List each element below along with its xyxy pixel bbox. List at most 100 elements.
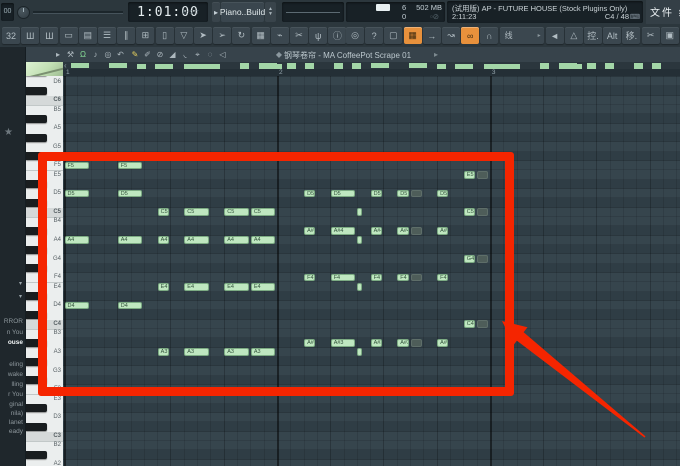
select-icon[interactable]: ⌖ <box>192 48 204 61</box>
grid-row[interactable] <box>63 412 680 423</box>
grid-row[interactable] <box>63 142 680 152</box>
piano-key-black[interactable] <box>26 423 47 431</box>
delete-icon[interactable]: ⊘ <box>154 48 166 61</box>
grid-row[interactable] <box>63 95 680 106</box>
step-jump-icon[interactable]: → <box>422 27 441 44</box>
grid-line <box>636 76 638 466</box>
grid-row[interactable] <box>63 403 680 414</box>
typing-piano-icon[interactable]: 32 <box>2 27 20 44</box>
draw-pencil-icon[interactable]: ✎ <box>129 48 141 61</box>
pattern-length-icon[interactable]: Ш <box>21 27 40 44</box>
grid-row[interactable] <box>63 431 680 442</box>
menu-file-item[interactable]: 文件 编辑 <box>650 4 680 19</box>
stamp-note-icon[interactable]: ♪ <box>90 48 102 61</box>
plugin-icon[interactable]: ⌁ <box>270 27 289 44</box>
line-mode-dropdown[interactable]: 线 ▸ <box>499 27 544 44</box>
plugin-window-icon[interactable]: ▢ <box>384 27 403 44</box>
collapse-triangle-icon[interactable]: ▾ <box>19 293 22 300</box>
copy-icon[interactable]: ▣ <box>660 27 679 44</box>
title-arrow-icon[interactable]: ▸ <box>434 50 438 59</box>
mute-icon[interactable]: ◢ <box>167 48 179 61</box>
pattern-clone-icon[interactable]: Ш <box>40 27 59 44</box>
zoom-icon[interactable]: ◌ <box>204 48 216 61</box>
move-button[interactable]: 移. <box>622 27 641 44</box>
time-display[interactable]: 1:01:00 B:S:T <box>128 2 208 22</box>
preview-note-dash <box>371 66 389 69</box>
main-pitch-slider[interactable] <box>33 11 123 14</box>
playlist-track-name: nila) <box>10 410 23 417</box>
save-icon[interactable]: ▦ <box>251 27 270 44</box>
grid-row[interactable] <box>63 105 680 115</box>
piano-key-label: A2 <box>53 461 61 466</box>
grid-row[interactable] <box>63 114 680 124</box>
piano-key-black[interactable] <box>26 115 47 124</box>
snap-magnet-icon[interactable]: Ω <box>77 48 89 61</box>
pattern-mini-preview[interactable]: ‹ <box>63 62 680 69</box>
piano-key-label: B5 <box>53 106 61 113</box>
wrench-icon[interactable]: ⚒ <box>65 48 77 61</box>
touch-controller-icon[interactable]: ▭ <box>59 27 78 44</box>
menu-bar[interactable]: 文件 编辑 <box>646 0 680 24</box>
piano-roll-title[interactable]: 钢琴卷帘 - MA CoffeePot Scrape 01 <box>284 50 411 61</box>
scissors-icon[interactable]: ✂ <box>641 27 660 44</box>
alt-button[interactable]: Alt <box>603 27 622 44</box>
piano-key-black[interactable] <box>26 87 47 96</box>
piano-key-black[interactable] <box>26 451 47 459</box>
help-icon[interactable]: ? <box>365 27 384 44</box>
mixer-icon[interactable]: ∥ <box>117 27 136 44</box>
cut-tool-icon[interactable]: ✂ <box>290 27 308 44</box>
grid-row[interactable] <box>63 459 680 466</box>
undo-icon[interactable]: ↶ <box>115 48 127 61</box>
channel-rack-icon[interactable]: ⊞ <box>136 27 155 44</box>
piano-roll-icon[interactable]: ▦ <box>403 27 422 44</box>
grid-row[interactable] <box>63 133 680 143</box>
time-unit-label: B:S:T <box>182 10 200 16</box>
main-volume-knob[interactable] <box>17 6 30 19</box>
grid-row[interactable] <box>63 77 680 87</box>
piano-key-black[interactable] <box>26 404 47 413</box>
filter-icon[interactable]: ▽ <box>174 27 193 44</box>
playback-icon[interactable]: ◁ <box>217 48 229 61</box>
edit-steps-icon[interactable]: ▤ <box>78 27 97 44</box>
hand-tool-icon[interactable]: ➤ <box>194 27 212 44</box>
pattern-spinner[interactable]: ▲ ▼ <box>265 2 276 22</box>
control-button[interactable]: 控. <box>584 27 602 44</box>
slide-note-icon[interactable]: ↝ <box>442 27 460 44</box>
link-icon[interactable]: ∞ <box>461 27 480 44</box>
piano-roll-toolbar: ◆ 钢琴卷帘 - MA CoffeePot Scrape 01 ▸ ▸ ⚒ Ω ♪ ◎ ↶… <box>26 47 680 63</box>
preview-scroll-arrow-icon[interactable]: ‹ <box>64 62 67 69</box>
playlist-track-name: eady <box>8 428 23 435</box>
favorite-star-icon[interactable]: ★ <box>4 127 13 138</box>
step-editor-icon[interactable]: ☰ <box>98 27 116 44</box>
grid-row[interactable] <box>63 86 680 97</box>
ruler-bar-number: 2 <box>278 69 283 76</box>
speaker-icon[interactable]: ◄ <box>545 27 564 44</box>
info-icon[interactable]: ⓘ <box>328 27 347 44</box>
keys-header-drag-zone[interactable] <box>26 62 63 76</box>
headphones-icon[interactable]: ∩ <box>480 27 499 44</box>
dropdown-arrow-icon[interactable]: ▸ <box>538 32 541 39</box>
autosave-icon[interactable]: ↻ <box>232 27 251 44</box>
grid-row[interactable] <box>63 422 680 432</box>
metronome-target-icon[interactable]: ◎ <box>346 27 364 44</box>
cursor-icon[interactable]: ➢ <box>213 27 232 44</box>
grid-line <box>596 76 598 466</box>
grid-row[interactable] <box>63 123 680 134</box>
pattern-prev-button[interactable]: ▸ <box>212 2 220 22</box>
pattern-spin-down-icon[interactable]: ▼ <box>268 12 273 17</box>
pattern-selector[interactable]: Piano..Build <box>220 2 265 22</box>
options-arrow-icon[interactable]: ▸ <box>52 48 64 61</box>
grid-row[interactable] <box>63 440 680 451</box>
tempo-mini-panel[interactable]: 00 <box>1 3 14 21</box>
paint-brush-icon[interactable]: ✐ <box>142 48 154 61</box>
slice-icon[interactable]: ◟ <box>179 48 191 61</box>
collapse-triangle-icon[interactable]: ▾ <box>19 280 22 287</box>
magic-hat-icon[interactable]: △ <box>564 27 583 44</box>
piano-key-black[interactable] <box>26 133 47 142</box>
target-channel-icon[interactable]: ◎ <box>102 48 114 61</box>
grid-line <box>556 76 558 466</box>
playlist-track-name: eling <box>9 361 23 368</box>
mic-icon[interactable]: ψ <box>309 27 328 44</box>
new-file-icon[interactable]: ▯ <box>155 27 174 44</box>
grid-row[interactable] <box>63 450 680 460</box>
